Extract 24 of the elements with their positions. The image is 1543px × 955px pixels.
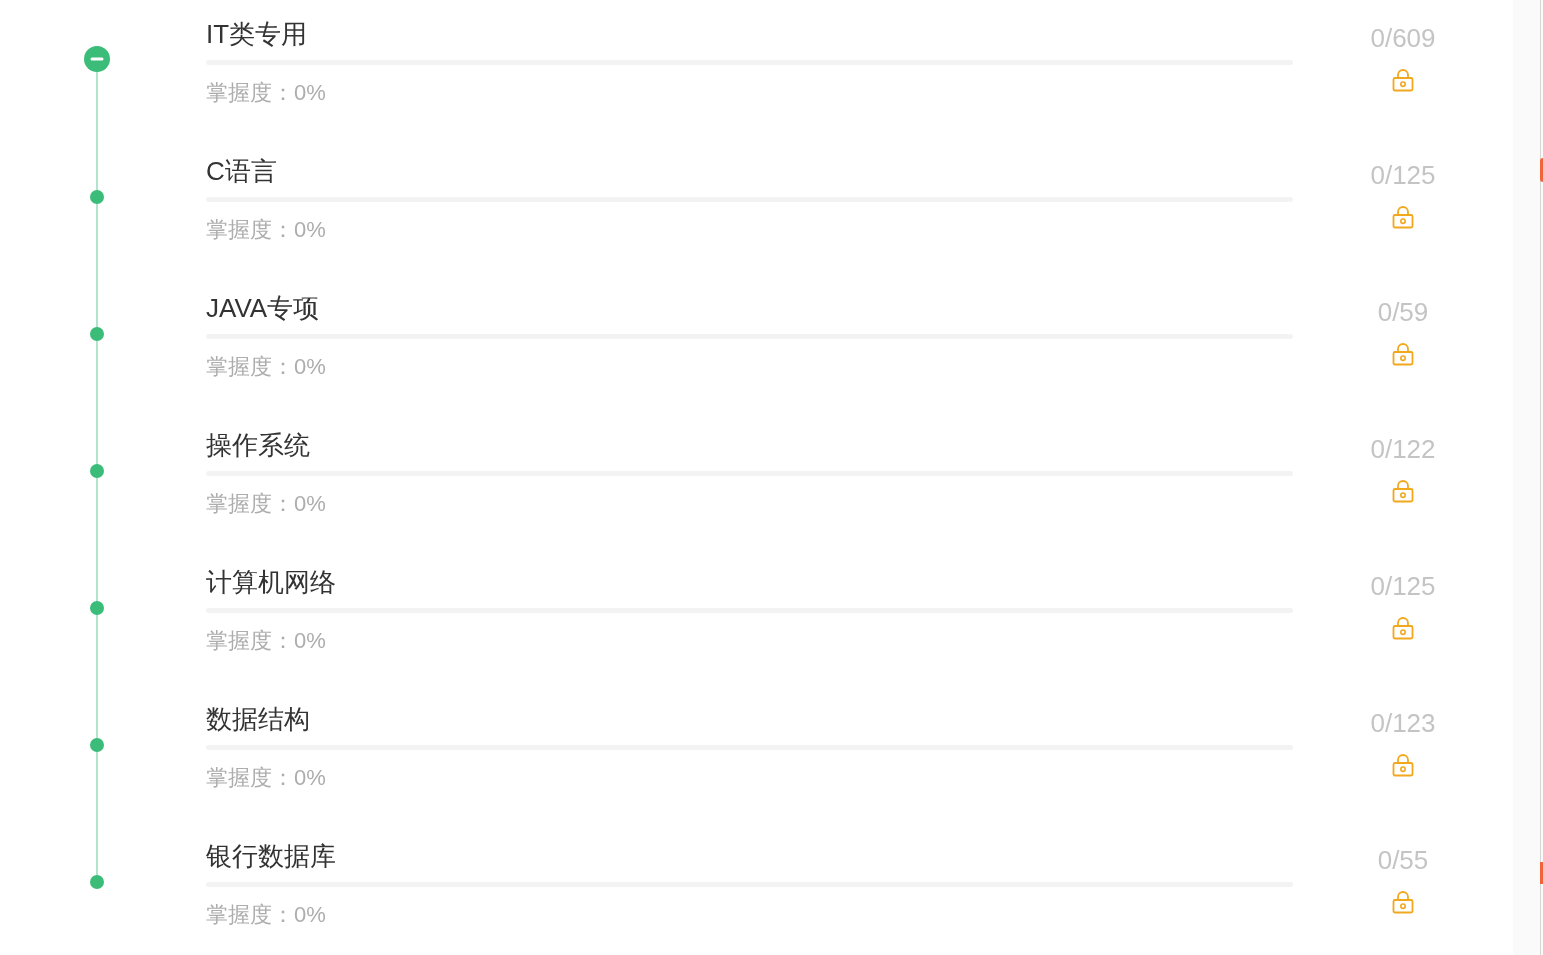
topic-title[interactable]: 数据结构 [206, 702, 310, 736]
topic-title[interactable]: 银行数据库 [206, 839, 336, 873]
question-count: 0/122 [1370, 433, 1436, 465]
topic-title[interactable]: JAVA专项 [206, 291, 320, 325]
question-count: 0/123 [1370, 707, 1436, 739]
topic-title[interactable]: 计算机网络 [206, 565, 336, 599]
question-count: 0/59 [1377, 296, 1429, 328]
topic-title[interactable]: 操作系统 [206, 428, 310, 462]
mastery-label: 掌握度：0% [206, 79, 326, 107]
cut-off-badge [1540, 158, 1543, 182]
question-count: 0/125 [1370, 570, 1436, 602]
question-count: 0/55 [1377, 844, 1429, 876]
cut-off-badge [1540, 862, 1543, 884]
mastery-label: 掌握度：0% [206, 627, 326, 655]
topic-title[interactable]: C语言 [206, 154, 277, 188]
collapse-node-icon[interactable] [84, 46, 110, 72]
question-count: 0/125 [1370, 159, 1436, 191]
mastery-label: 掌握度：0% [206, 764, 326, 792]
mastery-label: 掌握度：0% [206, 353, 326, 381]
mastery-label: 掌握度：0% [206, 490, 326, 518]
mastery-label: 掌握度：0% [206, 216, 326, 244]
question-count: 0/609 [1370, 22, 1436, 54]
mastery-label: 掌握度：0% [206, 901, 326, 929]
topic-title[interactable]: IT类专用 [206, 17, 308, 51]
